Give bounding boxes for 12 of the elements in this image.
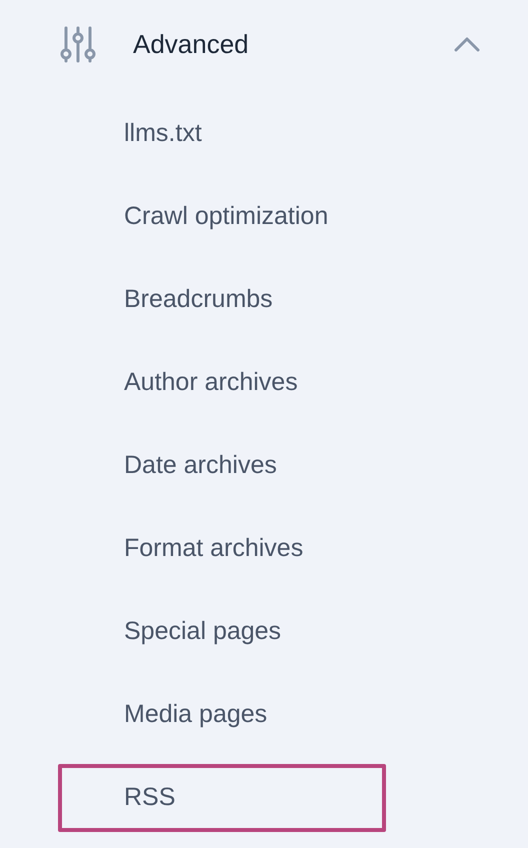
- menu-item[interactable]: Media pages: [58, 680, 386, 748]
- menu-item[interactable]: Author archives: [58, 348, 386, 416]
- sliders-icon: [58, 24, 98, 64]
- menu-item[interactable]: Format archives: [58, 514, 386, 582]
- section-title[interactable]: Advanced: [133, 28, 454, 60]
- menu-item[interactable]: Crawl optimization: [58, 182, 386, 250]
- menu-item[interactable]: Special pages: [58, 598, 386, 666]
- menu-item[interactable]: llms.txt: [58, 100, 386, 168]
- menu-item[interactable]: RSS: [58, 764, 386, 832]
- chevron-icon[interactable]: [454, 36, 480, 52]
- menu-item[interactable]: Breadcrumbs: [58, 266, 386, 334]
- menu-item[interactable]: Date archives: [58, 432, 386, 500]
